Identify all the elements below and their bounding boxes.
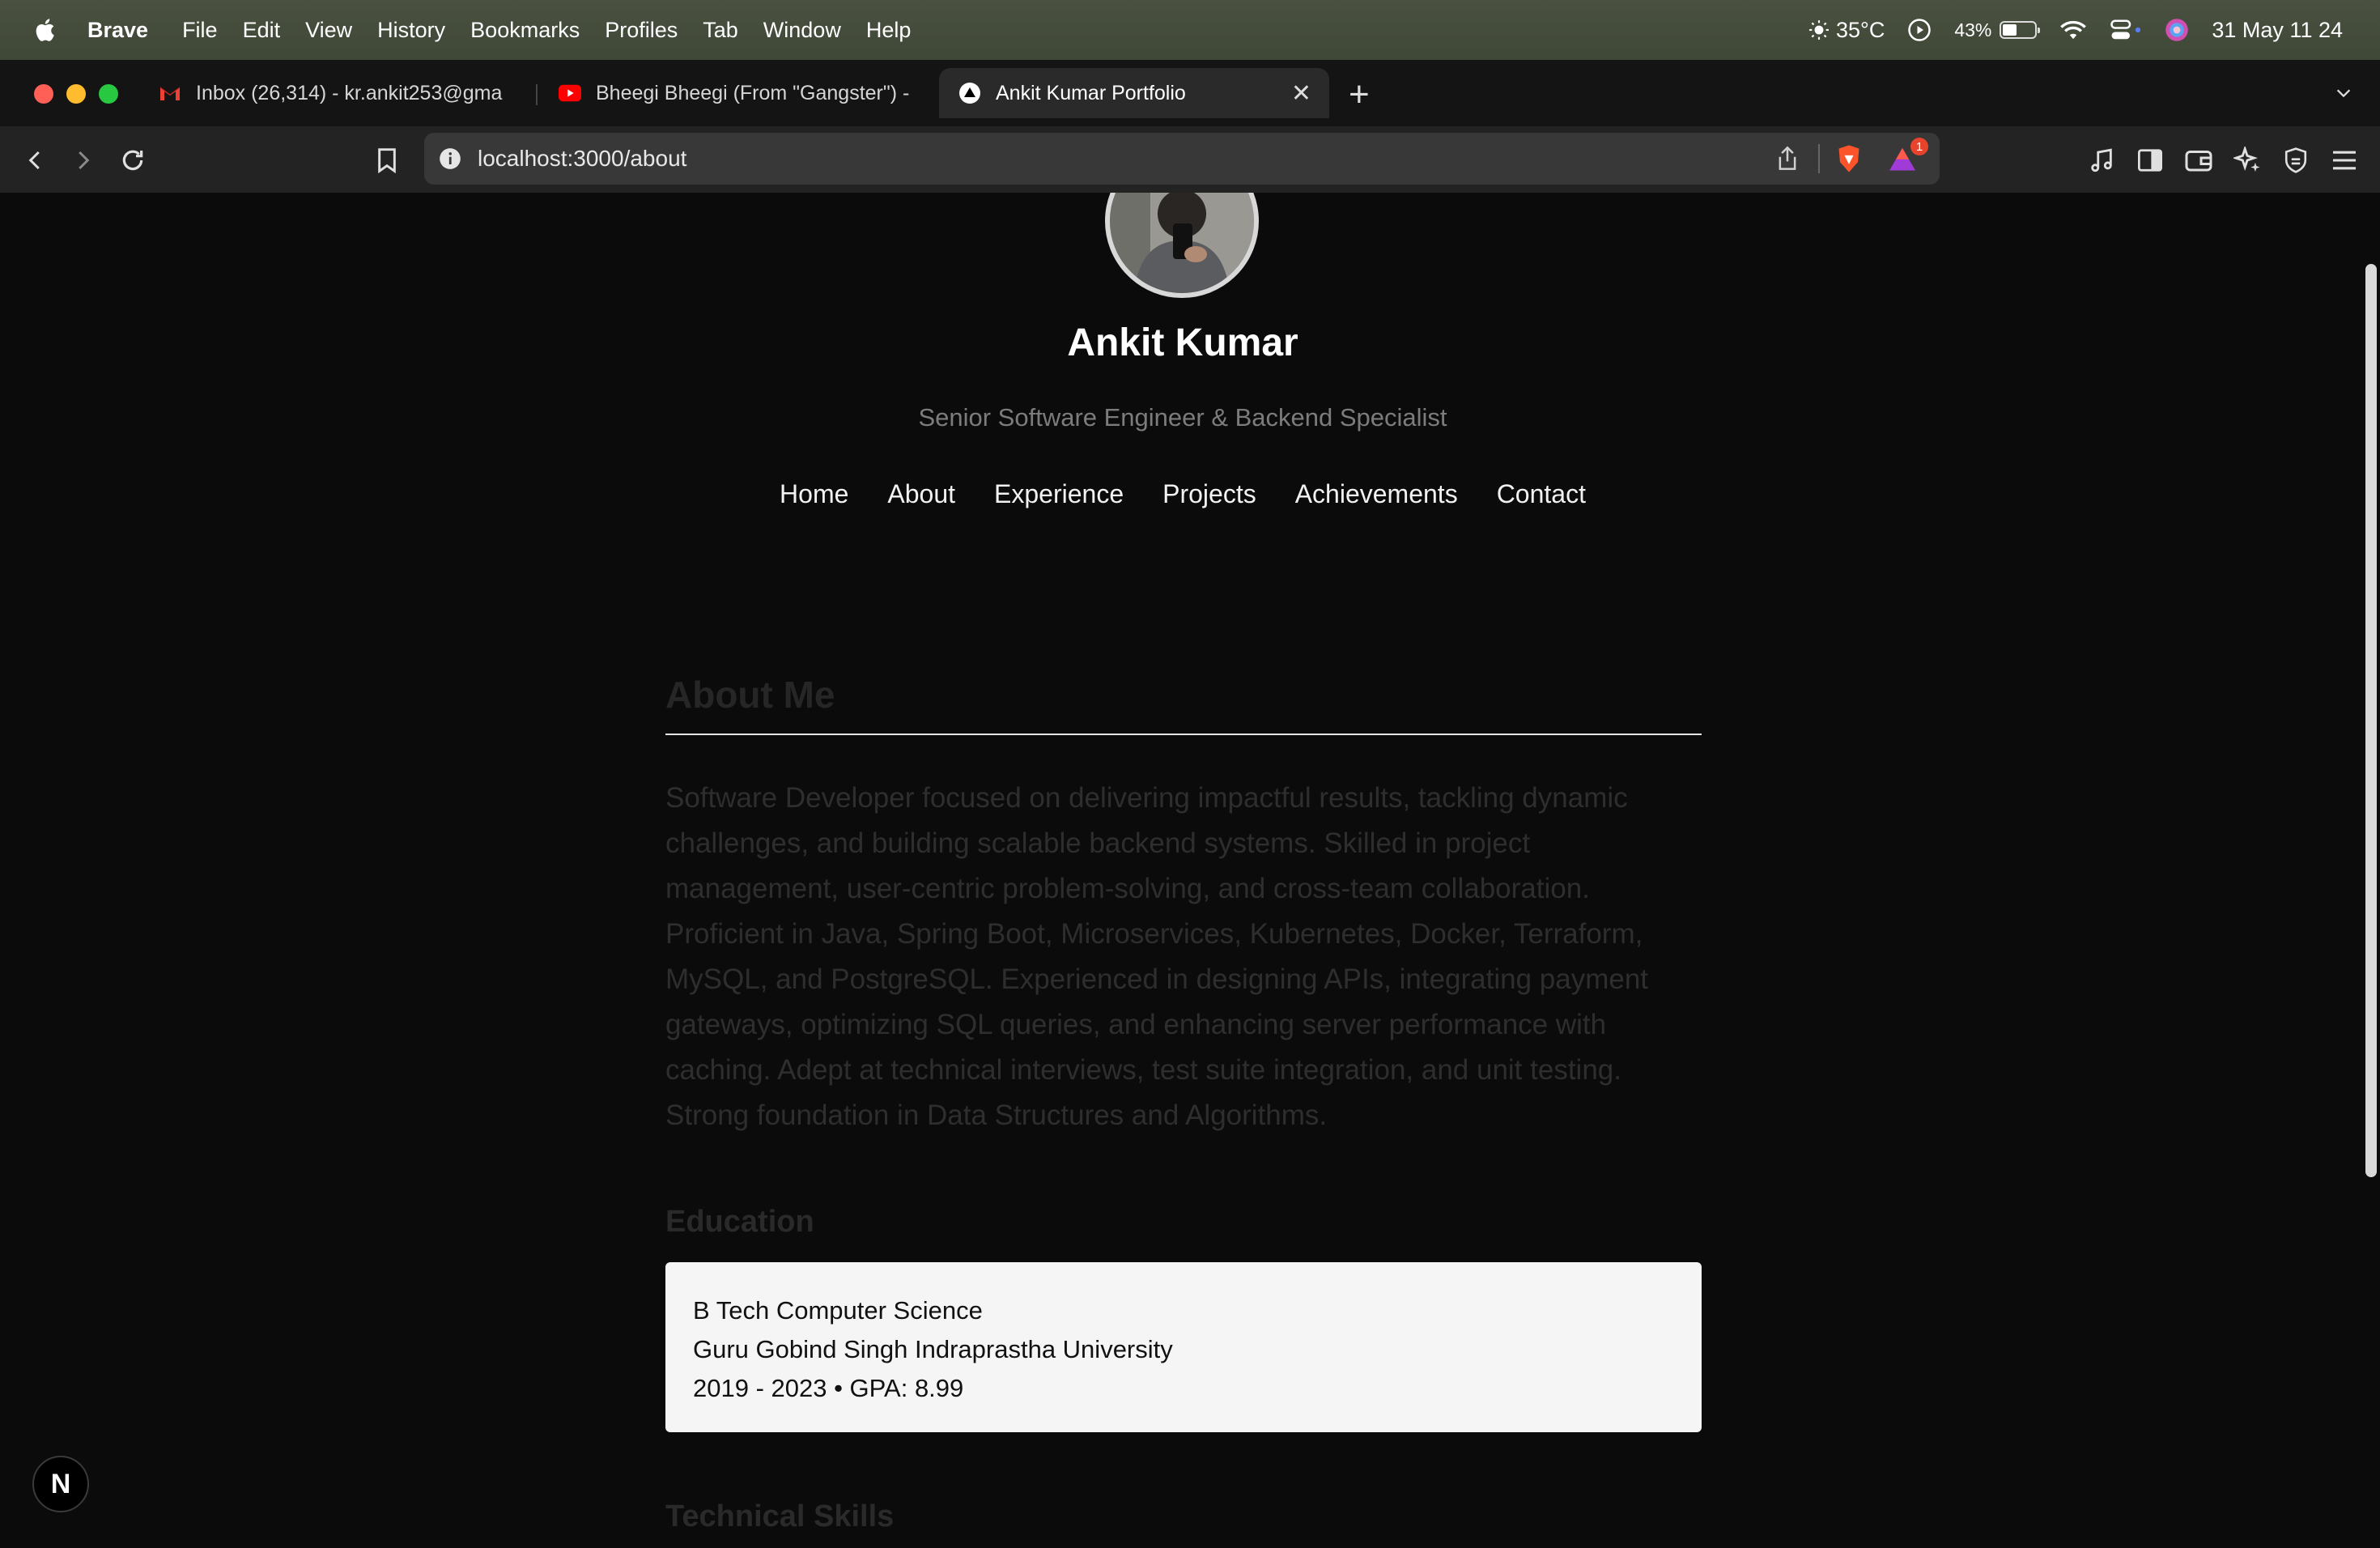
gmail-icon <box>159 82 181 104</box>
music-note-icon <box>2091 148 2112 172</box>
menu-help[interactable]: Help <box>866 18 912 43</box>
menu-file[interactable]: File <box>182 18 218 43</box>
window-zoom-button[interactable] <box>99 84 118 104</box>
sparkle-icon <box>2233 147 2260 172</box>
menu-edit[interactable]: Edit <box>243 18 281 43</box>
wifi-icon[interactable] <box>2059 19 2087 41</box>
battery-icon <box>2000 21 2041 39</box>
youtube-icon <box>559 82 581 104</box>
url-text[interactable]: localhost:3000/about <box>478 146 686 172</box>
menu-window[interactable]: Window <box>763 18 841 43</box>
new-tab-button[interactable]: + <box>1349 74 1370 115</box>
url-divider <box>1818 144 1820 173</box>
site-info-icon[interactable] <box>439 147 461 170</box>
back-arrow-icon <box>28 151 40 170</box>
share-icon[interactable] <box>1776 146 1799 172</box>
browser-window-chrome: Inbox (26,314) - kr.ankit253@gma Bheegi … <box>0 60 2380 193</box>
tab-gmail[interactable]: Inbox (26,314) - kr.ankit253@gma <box>159 68 515 118</box>
about-heading: About Me <box>665 674 835 716</box>
shield-icon <box>2284 147 2307 173</box>
education-university: Guru Gobind Singh Indraprastha Universit… <box>693 1335 1173 1363</box>
profile-name: Ankit Kumar <box>1067 321 1298 364</box>
sidebar-toggle-button[interactable] <box>2134 144 2166 176</box>
address-bar[interactable]: localhost:3000/about 1 <box>424 133 1940 185</box>
tab-divider <box>536 84 538 105</box>
menubar-datetime[interactable]: 31 May 11 24 <box>2212 18 2343 43</box>
site-navigation: Home About Experience Projects Achieveme… <box>0 479 2365 509</box>
menu-tab[interactable]: Tab <box>703 18 738 43</box>
battery-percent: 43% <box>1954 19 1992 40</box>
forward-arrow-icon <box>79 151 90 170</box>
profile-avatar <box>1105 193 1259 298</box>
bookmark-button[interactable] <box>371 144 403 176</box>
leo-ai-button[interactable] <box>2231 144 2263 176</box>
tab-youtube[interactable]: Bheegi Bheegi (From "Gangster") - <box>559 68 915 118</box>
battery-fill <box>2003 24 2017 36</box>
tab-title: Inbox (26,314) - kr.ankit253@gma <box>196 81 503 104</box>
main-menu-button[interactable] <box>2328 144 2361 176</box>
now-playing-icon[interactable] <box>1907 18 1932 42</box>
nav-link-achievements[interactable]: Achievements <box>1295 479 1458 509</box>
nextjs-dev-indicator-button[interactable]: N <box>32 1456 89 1512</box>
about-paragraph: Software Developer focused on delivering… <box>665 782 1649 1131</box>
education-details: 2019 - 2023 • GPA: 8.99 <box>693 1374 964 1402</box>
menu-app-brave[interactable]: Brave <box>87 18 148 43</box>
nav-link-experience[interactable]: Experience <box>994 479 1124 509</box>
tab-portfolio-active[interactable]: Ankit Kumar Portfolio ✕ <box>939 68 1329 118</box>
tab-strip: Inbox (26,314) - kr.ankit253@gma Bheegi … <box>0 60 2380 126</box>
apple-logo-icon[interactable] <box>32 16 60 44</box>
menu-bookmarks[interactable]: Bookmarks <box>470 18 580 43</box>
tab-title: Bheegi Bheegi (From "Gangster") - <box>596 81 910 104</box>
weather-temperature: 35°C <box>1836 17 1885 42</box>
portfolio-about-page: Ankit Kumar Senior Software Engineer & B… <box>0 193 2380 1548</box>
back-button[interactable] <box>19 144 52 176</box>
menu-history[interactable]: History <box>377 18 445 43</box>
browser-toolbar: localhost:3000/about 1 <box>0 126 2380 193</box>
wallet-icon <box>2185 151 2212 172</box>
siri-icon[interactable] <box>2165 18 2189 42</box>
nav-link-about[interactable]: About <box>887 479 955 509</box>
menu-profiles[interactable]: Profiles <box>605 18 678 43</box>
sun-icon <box>1809 20 1829 40</box>
page-scrollbar[interactable] <box>2365 264 2377 1177</box>
forward-button[interactable] <box>66 144 99 176</box>
rewards-badge: 1 <box>1910 138 1928 155</box>
window-minimize-button[interactable] <box>66 84 86 104</box>
status-area: 35°C 43% 31 May 11 24 <box>1808 0 2380 60</box>
sidebar-icon <box>2138 149 2162 172</box>
macos-menu-bar: Brave File Edit View History Bookmarks P… <box>0 0 2380 60</box>
close-tab-icon[interactable]: ✕ <box>1291 79 1311 108</box>
nav-link-contact[interactable]: Contact <box>1497 479 1586 509</box>
weather-widget[interactable]: 35°C <box>1808 18 1885 43</box>
nav-link-projects[interactable]: Projects <box>1162 479 1256 509</box>
hamburger-menu-icon <box>2333 151 2356 170</box>
tab-search-chevron-icon[interactable] <box>2333 84 2354 102</box>
media-button[interactable] <box>2085 144 2118 176</box>
reload-button[interactable] <box>117 144 149 176</box>
profile-photo <box>1110 193 1254 293</box>
education-card: B Tech Computer Science Guru Gobind Sing… <box>665 1262 1702 1432</box>
menu-view[interactable]: View <box>305 18 352 43</box>
battery-widget[interactable]: 43% <box>1954 19 2041 41</box>
heading-divider <box>665 734 1702 735</box>
window-close-button[interactable] <box>34 84 53 104</box>
brave-shields-icon[interactable] <box>1835 144 1863 173</box>
wallet-button[interactable] <box>2182 144 2215 176</box>
vpn-button[interactable] <box>2280 144 2312 176</box>
tab-title: Ankit Kumar Portfolio <box>996 81 1186 104</box>
education-degree: B Tech Computer Science <box>693 1296 983 1325</box>
reload-icon <box>122 150 143 171</box>
nextjs-logo-icon: N <box>50 1468 71 1499</box>
vercel-icon <box>958 82 981 104</box>
bookmark-icon <box>378 148 396 173</box>
nav-link-home[interactable]: Home <box>780 479 848 509</box>
profile-subtitle: Senior Software Engineer & Backend Speci… <box>918 403 1447 432</box>
technical-skills-heading: Technical Skills <box>665 1499 895 1533</box>
control-center-icon[interactable] <box>2110 18 2142 42</box>
education-heading: Education <box>665 1205 814 1239</box>
